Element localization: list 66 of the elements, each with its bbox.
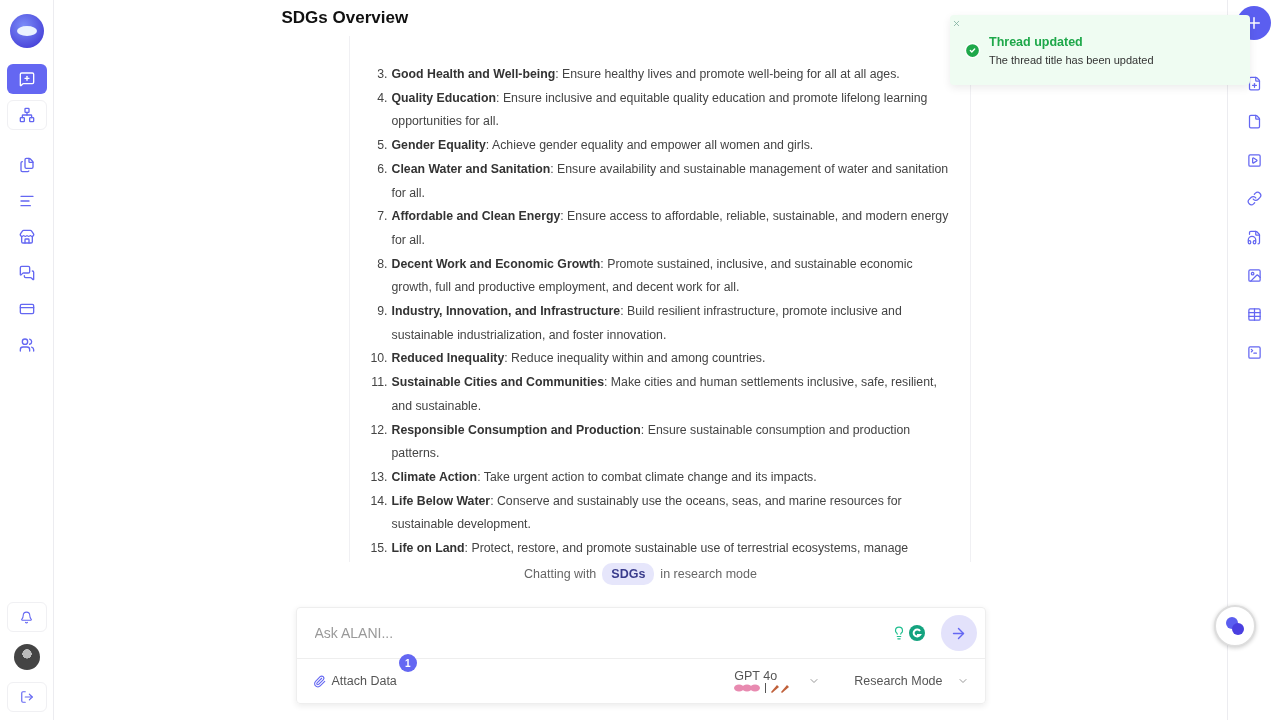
toast-message: The thread title has been updated [989, 53, 1154, 66]
list-item-text: Gender Equality: Achieve gender equality and empower all women and girls. [391, 137, 814, 155]
list-item-text: Industry, Innovation, and Infrastructure: Build resilient infrastructure, promote inclusive and sustainable industrialization, and foster innovation. [391, 303, 903, 344]
card-icon [18, 301, 35, 317]
table-icon[interactable] [1246, 306, 1262, 322]
exit-icon [19, 690, 34, 704]
list-item-text: Climate Action: Take urgent action to combat climate change and its impacts. [391, 468, 817, 486]
toast-title: Thread updated [989, 34, 1084, 49]
list-item-text: Decent Work and Economic Growth: Promote sustained, inclusive, and sustainable economic growth, full and productive employment, and decent work for all. [391, 255, 914, 297]
network-icon [18, 107, 35, 123]
list-number: 3. [376, 66, 389, 83]
app-logo [9, 14, 44, 48]
bell-icon [20, 610, 33, 624]
list-item-text: Reduced Inequality: Reduce inequality within and among countries. [391, 350, 766, 368]
list-number: 13. [369, 468, 389, 486]
thread-title: SDGs Overview [281, 8, 409, 28]
list-item-text: Life Below Water: Conserve and sustainably use the oceans, seas, and marine resources for sustainable development. [391, 492, 903, 534]
list-number: 14. [369, 492, 389, 510]
source-tag: SDGs [602, 563, 655, 585]
nav-button[interactable] [6, 100, 47, 130]
audio-file-icon[interactable] [1246, 229, 1262, 245]
files-icon [18, 157, 35, 173]
list-item-text: Life on Land: Protect, restore, and promote sustainable use of terrestrial ecosystems, manage [391, 540, 909, 558]
list-number: 15. [369, 540, 389, 558]
list-number: 12. [369, 421, 389, 439]
mode-select[interactable]: Research Mode [854, 674, 969, 688]
nav-button[interactable] [6, 64, 47, 94]
new-chat-icon [18, 71, 35, 87]
terminal-icon[interactable] [1246, 345, 1262, 360]
dots-icon [1224, 615, 1246, 637]
list-number: 5. [376, 137, 389, 155]
list-item-text: Quality Education: Ensure inclusive and equitable quality education and promote lifelong learning opportunities for all. [391, 89, 929, 131]
list-item-text: Clean Water and Sanitation: Ensure availability and sustainable management of water and sanitation for all. [391, 160, 950, 202]
list-number: 8. [376, 255, 389, 273]
list-item-text: Affordable and Clean Energy: Ensure access to affordable, reliable, sustainable, and modern energy for all. [391, 208, 950, 249]
users-icon [18, 337, 35, 353]
user-avatar[interactable] [13, 644, 40, 670]
link-icon[interactable] [1246, 191, 1262, 206]
list-item-text: Sustainable Cities and Communities: Make cities and human settlements inclusive, safe, resilient, and sustainable. [391, 374, 938, 415]
list-number: 6. [376, 160, 389, 178]
store-icon [18, 229, 35, 245]
messages-icon [18, 265, 35, 281]
check-circle-icon [964, 41, 981, 59]
model-select[interactable]: GPT 4o [734, 669, 821, 693]
list-number: 10. [369, 350, 389, 368]
context-label: in research mode [660, 567, 757, 581]
video-icon[interactable] [1246, 152, 1262, 168]
notifications-button[interactable] [6, 602, 47, 632]
logout-button[interactable] [6, 682, 47, 712]
paperclip-icon [312, 674, 326, 688]
g-circle-icon [908, 625, 925, 641]
file-icon[interactable] [1246, 114, 1262, 129]
list-number: 9. [376, 303, 389, 321]
list-number: 11. [370, 374, 389, 392]
lines-icon [18, 193, 35, 209]
chat-bubble-button[interactable] [1214, 605, 1256, 647]
file-plus-icon[interactable] [1246, 75, 1262, 91]
context-label: Chatting with [524, 567, 597, 581]
list-item-text: Good Health and Well-being: Ensure healthy lives and promote well-being for all at all ages. [391, 66, 900, 83]
list-number: 4. [376, 89, 389, 107]
list-item-text: Responsible Consumption and Production: Ensure sustainable consumption and production patterns. [391, 421, 912, 463]
image-icon[interactable] [1246, 268, 1262, 283]
close-icon [952, 19, 961, 28]
list-number: 7. [376, 208, 389, 226]
send-button[interactable] [940, 615, 977, 651]
count-badge: 1 [398, 654, 417, 672]
